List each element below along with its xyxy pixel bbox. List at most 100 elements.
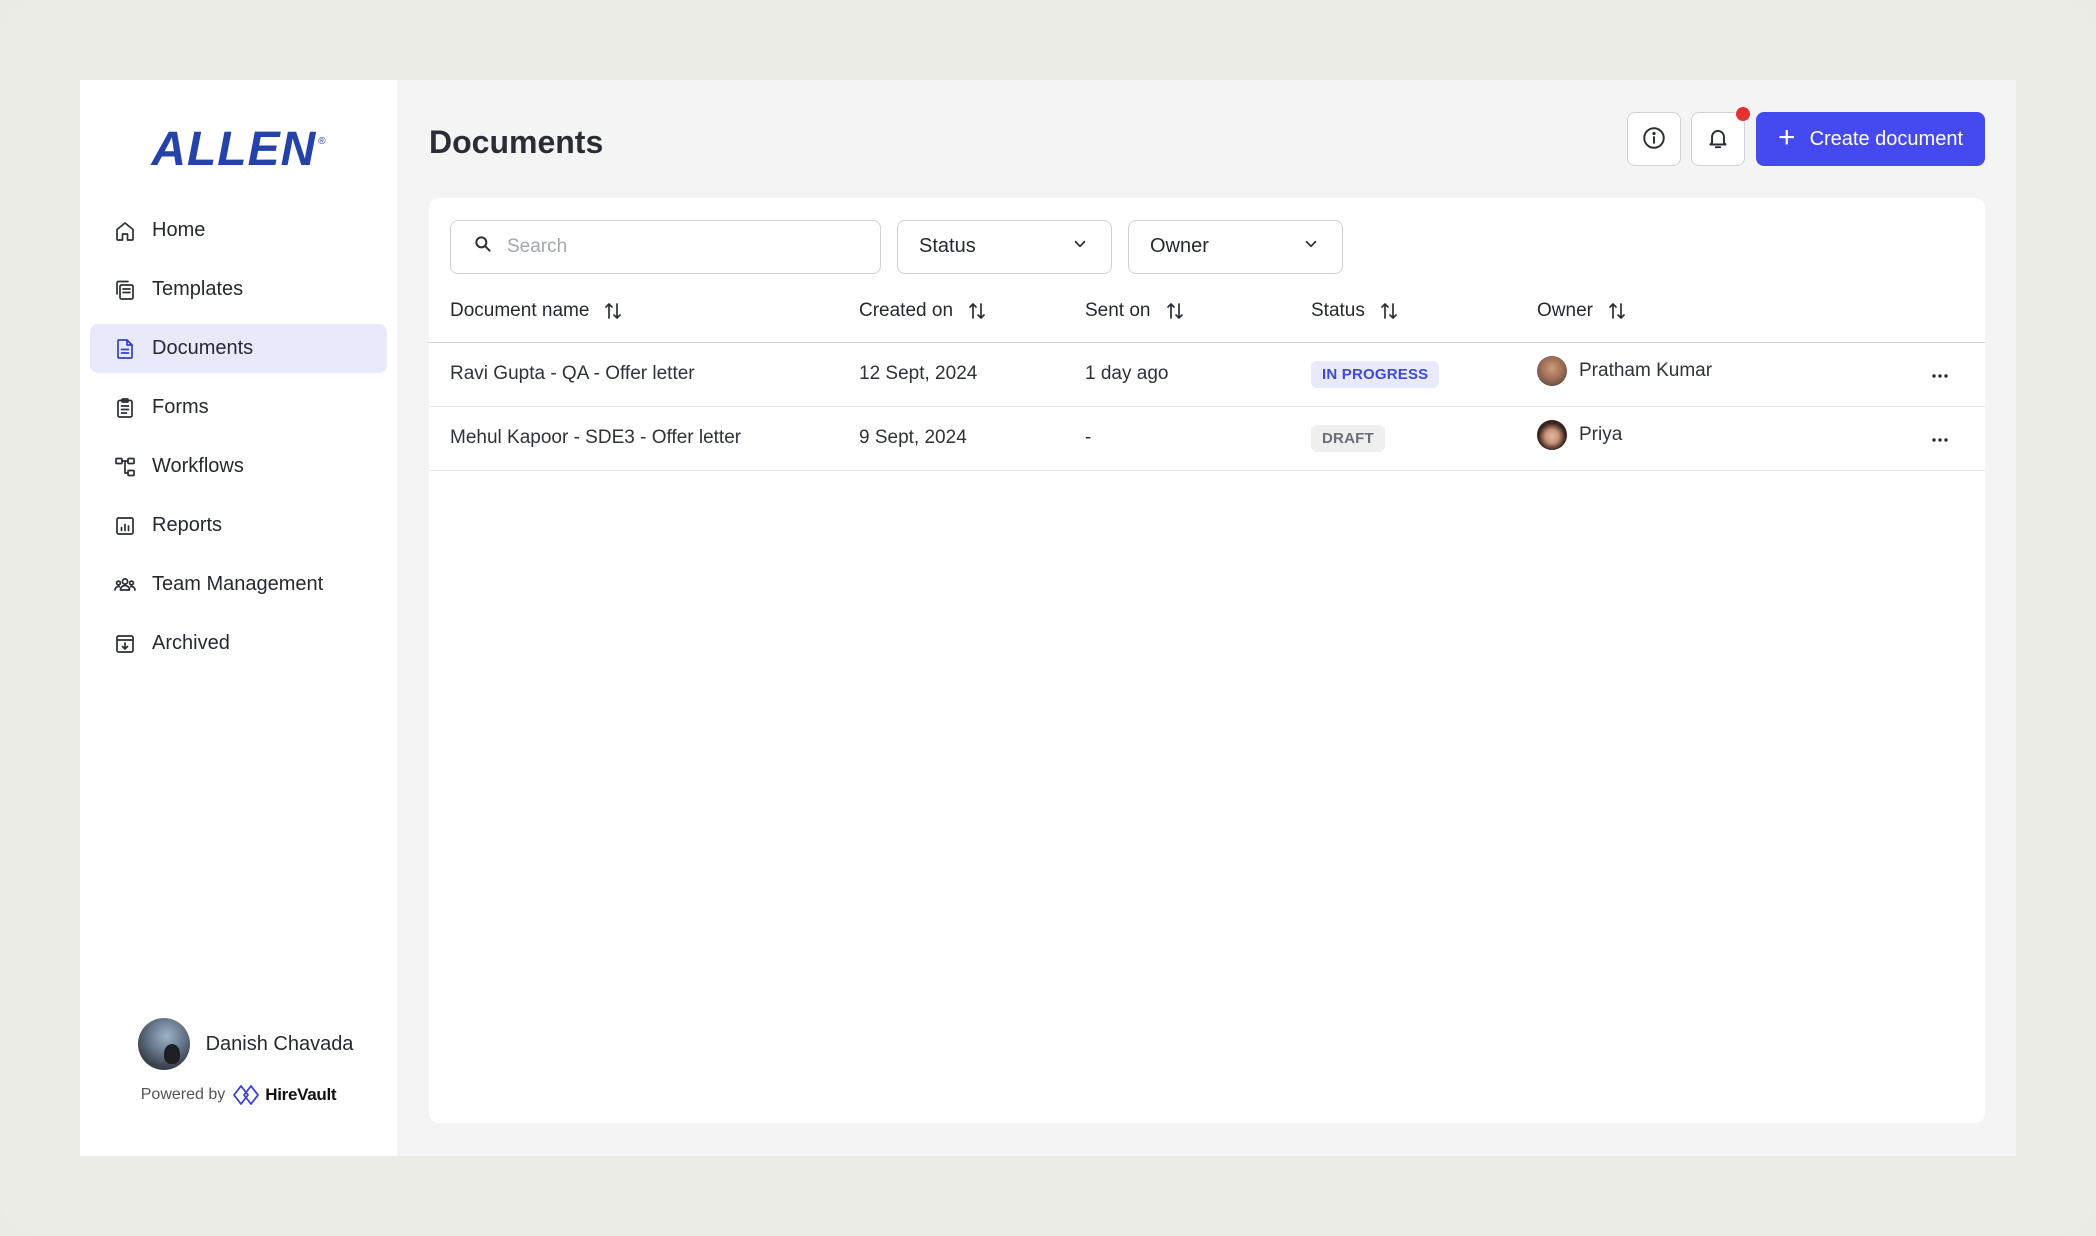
created-on-cell: 9 Sept, 2024 <box>859 406 1085 471</box>
sidebar-item-label: Forms <box>152 396 209 418</box>
sort-icon[interactable] <box>967 300 987 322</box>
app-window: ALLEN ® Home Templates Documents Forms W… <box>80 80 2016 1156</box>
column-label: Status <box>1311 299 1365 321</box>
registered-mark: ® <box>318 136 326 147</box>
owner-cell: Priya <box>1537 406 1837 471</box>
sidebar-item-label: Archived <box>152 632 230 654</box>
document-icon <box>112 336 138 362</box>
plus-icon: + <box>1778 120 1796 154</box>
column-header-actions <box>1837 274 1985 343</box>
column-header-created-on[interactable]: Created on <box>859 274 1085 343</box>
column-header-document-name[interactable]: Document name <box>429 274 859 343</box>
sidebar-item-forms[interactable]: Forms <box>90 383 387 432</box>
sidebar: ALLEN ® Home Templates Documents Forms W… <box>80 80 397 1156</box>
user-block: Danish Chavada Powered by HireVault <box>80 1018 397 1106</box>
avatar <box>1537 420 1567 450</box>
column-label: Created on <box>859 299 954 321</box>
avatar <box>1537 356 1567 386</box>
sidebar-item-label: Home <box>152 219 206 241</box>
workflow-icon <box>112 454 138 480</box>
column-header-status[interactable]: Status <box>1311 274 1537 343</box>
created-on-cell: 12 Sept, 2024 <box>859 342 1085 407</box>
sidebar-item-documents[interactable]: Documents <box>90 324 387 373</box>
archive-icon <box>112 631 138 657</box>
reports-icon <box>112 513 138 539</box>
table-header-row: Document name Created on Sent on Status … <box>429 274 1985 343</box>
search-icon <box>473 234 493 259</box>
info-icon <box>1641 125 1667 154</box>
column-header-sent-on[interactable]: Sent on <box>1085 274 1311 343</box>
sidebar-item-label: Workflows <box>152 455 244 477</box>
sidebar-item-label: Templates <box>152 278 244 300</box>
bell-icon <box>1705 125 1731 154</box>
column-label: Owner <box>1537 299 1593 321</box>
search-box[interactable] <box>450 219 881 274</box>
chevron-down-icon <box>1071 235 1089 259</box>
sidebar-item-archived[interactable]: Archived <box>90 619 387 668</box>
sort-icon[interactable] <box>1607 300 1627 322</box>
user-name: Danish Chavada <box>205 1032 354 1055</box>
brand-logo[interactable]: ALLEN ® <box>80 114 397 184</box>
column-header-owner[interactable]: Owner <box>1537 274 1837 343</box>
hirevault-name: HireVault <box>265 1085 337 1104</box>
more-horizontal-icon <box>1932 373 1948 378</box>
search-input[interactable] <box>507 235 867 258</box>
create-document-label: Create document <box>1809 127 1963 150</box>
document-name-cell[interactable]: Ravi Gupta - QA - Offer letter <box>429 342 859 407</box>
owner-filter-label: Owner <box>1150 235 1209 257</box>
header-actions: + Create document <box>1617 106 1985 166</box>
table-row[interactable]: Mehul Kapoor - SDE3 - Offer letter 9 Sep… <box>429 406 1985 471</box>
powered-by-label: Powered by <box>140 1086 226 1103</box>
owner-filter-select[interactable]: Owner <box>1128 219 1343 274</box>
avatar <box>137 1018 190 1070</box>
filter-bar: Status Owner <box>429 198 1985 274</box>
sidebar-item-home[interactable]: Home <box>90 206 387 255</box>
sort-icon[interactable] <box>1165 300 1185 322</box>
row-actions-cell <box>1837 342 1985 407</box>
chevron-down-icon <box>1302 235 1320 259</box>
status-badge: IN PROGRESS <box>1311 360 1440 388</box>
sidebar-item-templates[interactable]: Templates <box>90 265 387 314</box>
notification-dot <box>1735 106 1752 122</box>
document-name-cell[interactable]: Mehul Kapoor - SDE3 - Offer letter <box>429 406 859 471</box>
sidebar-item-label: Team Management <box>152 573 324 595</box>
status-cell: DRAFT <box>1311 406 1537 471</box>
more-options-button[interactable] <box>1919 430 1949 450</box>
more-options-button[interactable] <box>1919 366 1949 386</box>
sort-icon[interactable] <box>603 300 623 322</box>
sidebar-item-reports[interactable]: Reports <box>90 501 387 550</box>
home-icon <box>112 218 138 244</box>
sidebar-item-workflows[interactable]: Workflows <box>90 442 387 491</box>
page-title: Documents <box>429 123 604 160</box>
column-label: Document name <box>450 299 590 321</box>
notifications-button[interactable] <box>1691 106 1752 166</box>
create-document-button[interactable]: + Create document <box>1756 112 1985 166</box>
window-frame: ALLEN ® Home Templates Documents Forms W… <box>0 0 2096 1236</box>
sent-on-cell: 1 day ago <box>1085 342 1311 407</box>
table-row[interactable]: Ravi Gupta - QA - Offer letter 12 Sept, … <box>429 342 1985 407</box>
user-profile[interactable]: Danish Chavada <box>137 1018 354 1070</box>
sidebar-item-label: Documents <box>152 337 254 359</box>
page-header: Documents + Create document <box>429 80 1985 198</box>
brand-logo-text: ALLEN <box>151 122 317 176</box>
sidebar-item-team-management[interactable]: Team Management <box>90 560 387 609</box>
info-button[interactable] <box>1627 112 1682 166</box>
sent-on-cell: - <box>1085 406 1311 471</box>
documents-card: Status Owner Document name <box>429 198 1985 1123</box>
sidebar-item-label: Reports <box>152 514 223 536</box>
templates-icon <box>112 277 138 303</box>
row-actions-cell <box>1837 406 1985 471</box>
status-cell: IN PROGRESS <box>1311 342 1537 407</box>
more-horizontal-icon <box>1932 437 1948 442</box>
sort-icon[interactable] <box>1379 300 1399 322</box>
status-filter-select[interactable]: Status <box>897 219 1112 274</box>
clipboard-icon <box>112 395 138 421</box>
owner-cell: Pratham Kumar <box>1537 342 1837 407</box>
status-badge: DRAFT <box>1311 424 1385 452</box>
powered-by: Powered by HireVault <box>141 1084 337 1106</box>
hirevault-logo-icon <box>233 1084 260 1106</box>
status-filter-label: Status <box>919 235 976 257</box>
sidebar-nav: Home Templates Documents Forms Workflows… <box>80 206 397 668</box>
owner-name: Pratham Kumar <box>1579 360 1713 381</box>
team-icon <box>112 572 138 598</box>
